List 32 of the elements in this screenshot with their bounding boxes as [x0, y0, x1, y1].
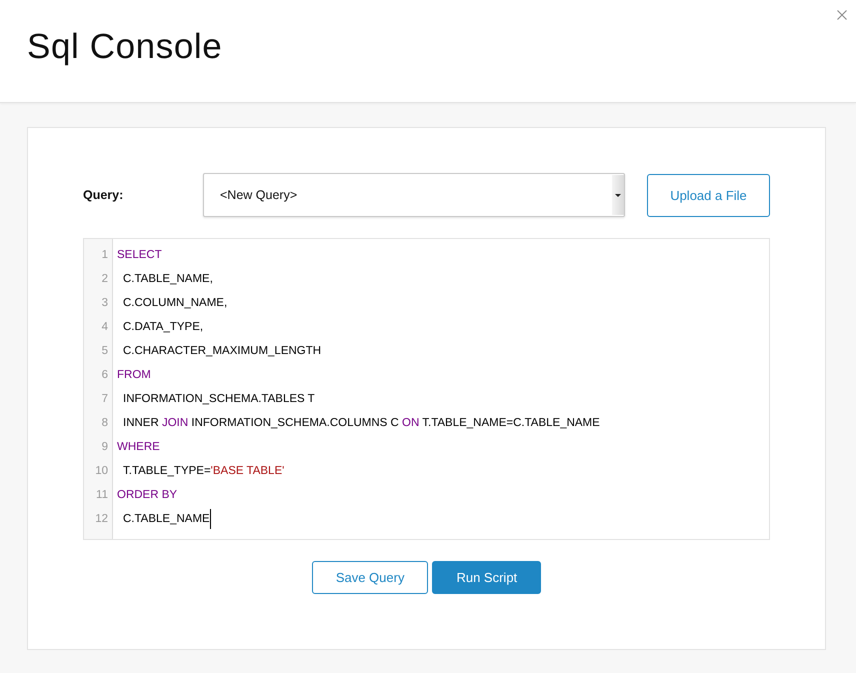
code-line: SELECT	[117, 248, 162, 263]
line-number: 7	[102, 392, 108, 407]
query-select[interactable]: <New Query>	[203, 173, 625, 217]
line-number: 3	[102, 296, 108, 311]
line-number: 6	[102, 368, 108, 383]
line-number: 12	[95, 512, 108, 527]
run-script-button[interactable]: Run Script	[432, 561, 542, 594]
code-line: T.TABLE_TYPE='BASE TABLE'	[123, 464, 284, 479]
line-number: 2	[102, 272, 108, 287]
line-number: 1	[102, 248, 108, 263]
upload-file-button[interactable]: Upload a File	[647, 174, 770, 216]
code-line: INNER JOIN INFORMATION_SCHEMA.COLUMNS C ON T.TABLE_NAME=C.TABLE_NAME	[123, 416, 600, 431]
dialog-title: Sql Console	[27, 27, 222, 67]
code-line: C.DATA_TYPE,	[123, 320, 204, 335]
code-editor[interactable]	[83, 238, 770, 540]
line-number: 8	[102, 416, 108, 431]
code-line: C.COLUMN_NAME,	[123, 296, 228, 311]
line-number: 4	[102, 320, 108, 335]
line-number: 5	[102, 344, 108, 359]
code-line: ORDER BY	[117, 488, 178, 503]
save-query-button[interactable]: Save Query	[312, 561, 428, 594]
caret-icon	[612, 175, 624, 215]
code-line: C.TABLE_NAME,	[123, 272, 213, 287]
code-line: WHERE	[117, 440, 160, 455]
line-number: 11	[96, 488, 108, 503]
close-icon[interactable]	[837, 10, 847, 20]
line-number: 10	[95, 464, 108, 479]
query-label: Query:	[83, 188, 124, 202]
line-number: 9	[102, 440, 108, 455]
code-line: INFORMATION_SCHEMA.TABLES T	[123, 392, 315, 407]
code-line: FROM	[117, 368, 151, 383]
code-line: C.CHARACTER_MAXIMUM_LENGTH	[123, 344, 322, 359]
